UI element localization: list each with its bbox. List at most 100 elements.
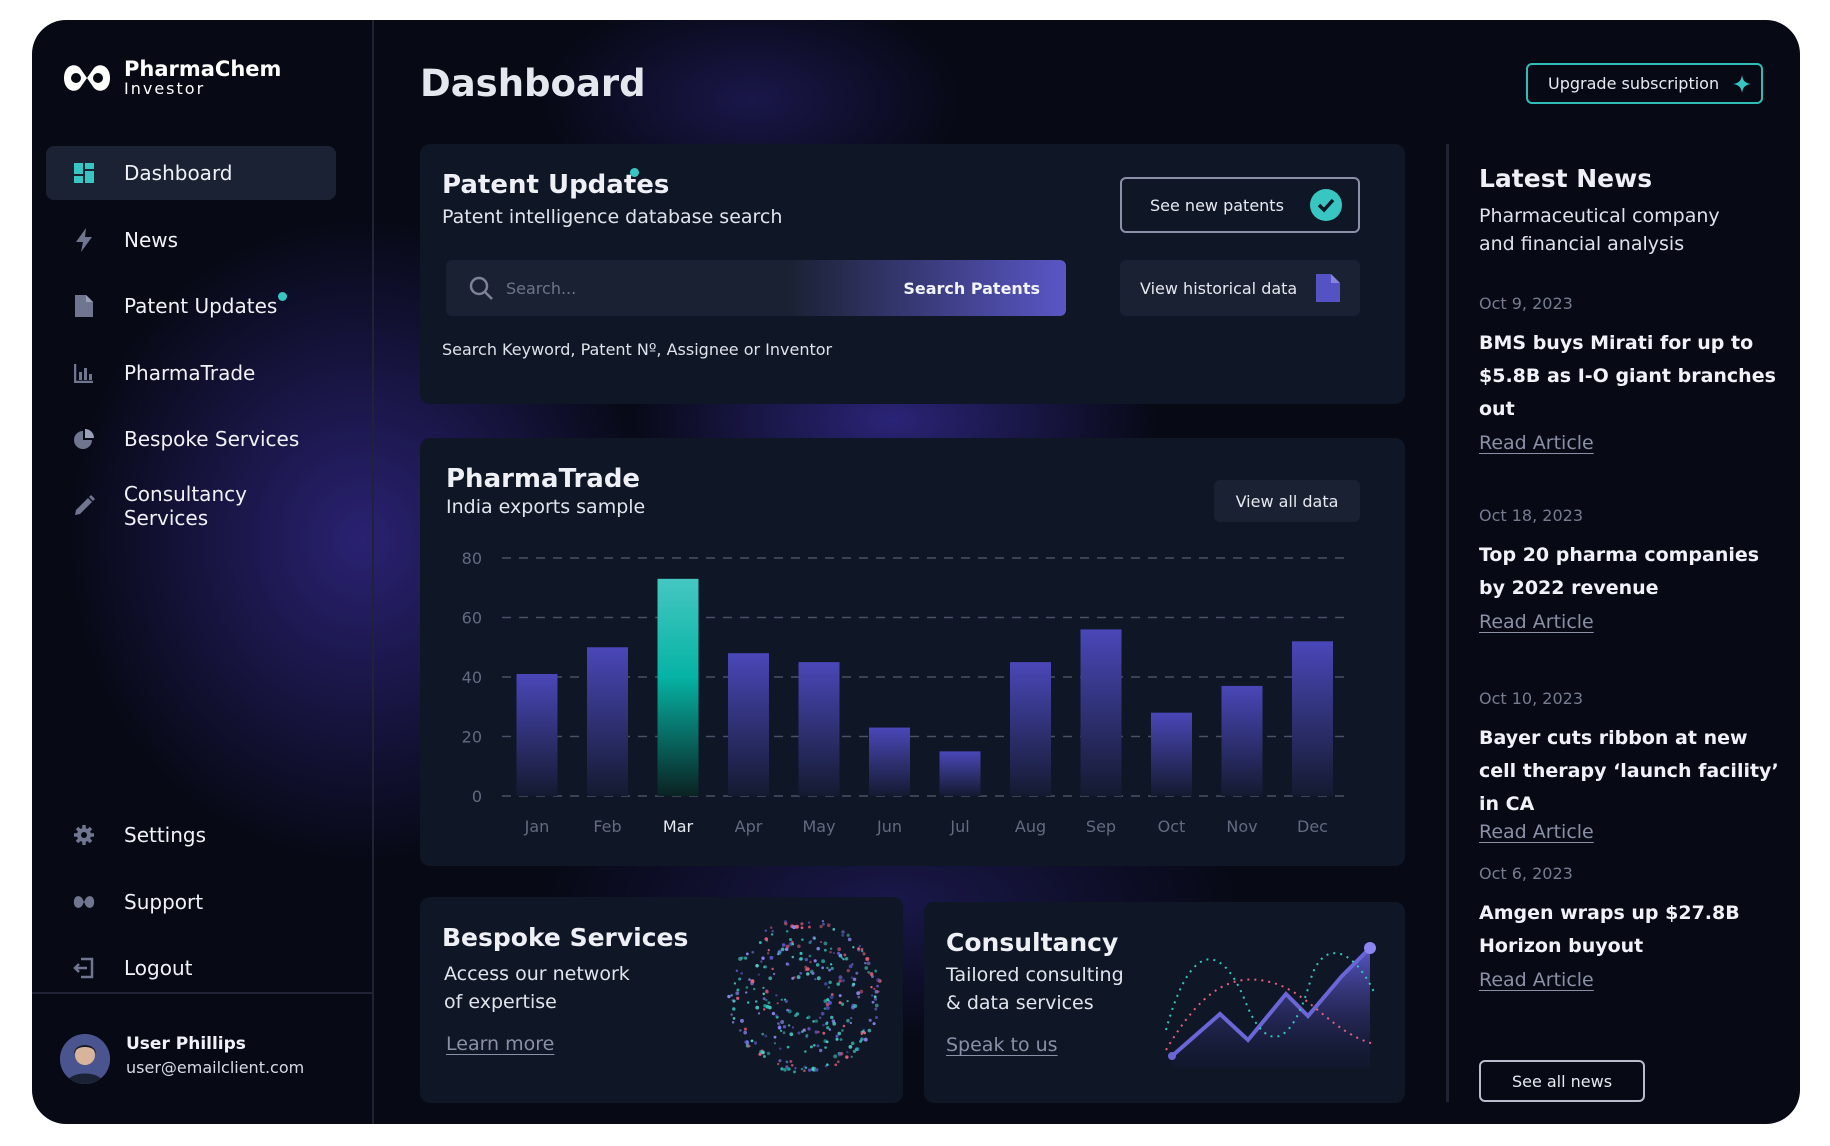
sidebar-item-settings[interactable]: Settings xyxy=(46,808,336,862)
chart-y-tick-label: 20 xyxy=(462,728,482,747)
chart-bar-jul[interactable] xyxy=(939,751,981,796)
brand-tagline: Investor xyxy=(124,79,206,98)
sidebar-item-patent-updates[interactable]: Patent Updates xyxy=(46,279,336,333)
search-icon xyxy=(469,276,493,300)
sidebar-item-consultancy-services[interactable]: Consultancy Services xyxy=(46,479,336,533)
bar-chart-icon xyxy=(72,361,96,385)
chart-x-tick-label: Apr xyxy=(735,817,763,836)
document-icon xyxy=(1316,274,1341,302)
chart-bar-mar[interactable] xyxy=(657,578,699,796)
chart-bar-apr[interactable] xyxy=(728,653,769,796)
bespoke-services-card: Bespoke Services Access our network of e… xyxy=(420,897,903,1103)
news-item: Oct 9, 2023 BMS buys Mirati for up to $5… xyxy=(1479,294,1779,454)
dashboard-grid-icon xyxy=(72,161,96,185)
see-new-patents-button[interactable]: See new patents xyxy=(1120,177,1360,233)
search-input[interactable] xyxy=(506,278,866,298)
growth-chart-illustration xyxy=(1165,942,1376,1068)
read-article-link[interactable]: Read Article xyxy=(1479,611,1594,633)
chart-x-tick-label: Sep xyxy=(1086,817,1116,836)
chart-bar-oct[interactable] xyxy=(1151,712,1192,796)
logout-icon xyxy=(72,956,96,980)
chart-y-tick-label: 0 xyxy=(472,787,482,806)
chart-bar-jun[interactable] xyxy=(869,727,910,796)
news-subheading: Pharmaceutical company and financial ana… xyxy=(1479,205,1720,255)
sidebar-item-label: Dashboard xyxy=(124,161,233,185)
patent-search-bar: Search Patents xyxy=(446,260,1066,316)
news-title[interactable]: Amgen wraps up $27.8B Horizon buyout xyxy=(1479,897,1779,963)
sidebar-item-label: Consultancy Services xyxy=(123,481,247,530)
chart-x-tick-label: May xyxy=(802,817,835,836)
sidebar: PharmaChem Investor Dashboard News Paten… xyxy=(32,20,374,1124)
learn-more-link[interactable]: Learn more xyxy=(446,1033,554,1055)
secondary-nav: Settings Support Logout xyxy=(46,808,336,1008)
chart-bar-sep[interactable] xyxy=(1080,629,1122,796)
chart-bar-nov[interactable] xyxy=(1221,685,1263,796)
gear-icon xyxy=(72,823,96,847)
chart-bar-dec[interactable] xyxy=(1292,641,1333,796)
consultancy-card: Consultancy Tailored consulting & data s… xyxy=(924,902,1405,1103)
historical-label: View historical data xyxy=(1140,278,1298,298)
chart-bar-may[interactable] xyxy=(798,662,840,796)
logo-icon xyxy=(64,65,110,91)
page-title: Dashboard xyxy=(420,62,646,105)
sidebar-item-label: News xyxy=(124,227,179,252)
news-title[interactable]: Bayer cuts ribbon at new cell therapy ‘l… xyxy=(1479,722,1779,821)
chart-x-tick-label: Aug xyxy=(1015,817,1046,836)
read-article-link[interactable]: Read Article xyxy=(1479,969,1594,991)
news-date: Oct 18, 2023 xyxy=(1479,506,1583,525)
news-date: Oct 9, 2023 xyxy=(1479,294,1573,313)
consultancy-title: Consultancy xyxy=(946,928,1119,957)
speak-to-us-link[interactable]: Speak to us xyxy=(946,1034,1058,1056)
notification-dot xyxy=(278,292,287,301)
bespoke-desc-line2: of expertise xyxy=(444,991,557,1013)
bespoke-desc-line1: Access our network xyxy=(444,963,630,985)
pie-chart-icon xyxy=(72,427,96,451)
news-title[interactable]: BMS buys Mirati for up to $5.8B as I-O g… xyxy=(1479,327,1779,426)
search-patents-button[interactable]: Search Patents xyxy=(903,260,1040,316)
chart-x-tick-label: Jun xyxy=(876,817,902,836)
read-article-link[interactable]: Read Article xyxy=(1479,432,1594,454)
chart-x-tick-label: Dec xyxy=(1297,817,1328,836)
chart-x-tick-label: Jan xyxy=(524,817,550,836)
consultancy-desc-line1: Tailored consulting xyxy=(946,964,1124,986)
chart-x-tick-label: Nov xyxy=(1226,817,1257,836)
news-item: Oct 10, 2023 Bayer cuts ribbon at new ce… xyxy=(1479,689,1779,843)
chart-bar-jan[interactable] xyxy=(516,674,558,796)
news-title[interactable]: Top 20 pharma companies by 2022 revenue xyxy=(1479,539,1779,605)
news-date: Oct 6, 2023 xyxy=(1479,864,1573,883)
document-icon xyxy=(72,294,96,318)
app-window: PharmaChem Investor Dashboard News Paten… xyxy=(32,20,1800,1124)
brand-name: PharmaChem xyxy=(124,57,282,81)
brand-logo[interactable]: PharmaChem Investor xyxy=(60,58,281,98)
sidebar-item-logout[interactable]: Logout xyxy=(46,941,336,995)
exports-bar-chart: 0 20 40 60 80 Jan Feb Mar Apr May Jun Jul Aug Sep Oct… xyxy=(462,549,1350,836)
main-nav: Dashboard News Patent Updates PharmaTrad… xyxy=(46,146,336,545)
read-article-link[interactable]: Read Article xyxy=(1479,821,1594,843)
news-date: Oct 10, 2023 xyxy=(1479,689,1583,708)
upgrade-subscription-button[interactable]: Upgrade subscription xyxy=(1526,63,1763,104)
see-all-news-button[interactable]: See all news xyxy=(1479,1060,1645,1102)
user-profile[interactable]: User Phillips user@emailclient.com xyxy=(32,992,374,1124)
upgrade-label: Upgrade subscription xyxy=(1548,74,1720,93)
view-historical-data-button[interactable]: View historical data xyxy=(1120,260,1360,316)
chart-bar-aug[interactable] xyxy=(1010,662,1051,796)
user-email: user@emailclient.com xyxy=(126,1058,305,1077)
sidebar-item-bespoke-services[interactable]: Bespoke Services xyxy=(46,412,336,466)
patent-updates-card: Patent Updates Patent intelligence datab… xyxy=(420,144,1405,404)
news-heading: Latest News xyxy=(1479,164,1653,193)
sidebar-item-dashboard[interactable]: Dashboard xyxy=(46,146,336,200)
consultancy-desc-line2: & data services xyxy=(946,992,1094,1014)
news-item: Oct 6, 2023 Amgen wraps up $27.8B Horizo… xyxy=(1479,864,1779,991)
chart-x-tick-label: Oct xyxy=(1158,817,1186,836)
sidebar-item-label: Bespoke Services xyxy=(124,427,300,451)
sidebar-item-label: Logout xyxy=(124,956,193,980)
news-item: Oct 18, 2023 Top 20 pharma companies by … xyxy=(1479,506,1779,633)
sidebar-item-news[interactable]: News xyxy=(46,213,336,267)
pharmatrade-card: PharmaTrade India exports sample View al… xyxy=(420,438,1405,866)
check-circle-icon xyxy=(1309,189,1342,221)
user-name: User Phillips xyxy=(126,1034,246,1054)
chart-bar-feb[interactable] xyxy=(587,647,628,796)
sidebar-item-pharmatrade[interactable]: PharmaTrade xyxy=(46,346,336,400)
notification-dot xyxy=(630,168,639,177)
sidebar-item-support[interactable]: Support xyxy=(46,875,336,929)
